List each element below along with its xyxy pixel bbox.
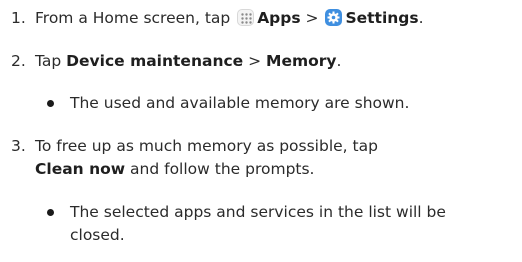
apps-label: Apps (257, 9, 301, 27)
step-text-line-2: Clean now and follow the prompts. (35, 160, 314, 178)
settings-label: Settings (345, 9, 419, 27)
bullet-dot (47, 209, 54, 216)
bullet-text: The used and available memory are shown. (70, 94, 410, 112)
step-number: 2. (11, 52, 26, 70)
step-text-suffix: . (418, 9, 424, 27)
step-text: Tap Device maintenance > Memory. (35, 52, 341, 70)
bullet-text-line-2: closed. (70, 226, 125, 244)
step-text: From a Home screen, tap Apps > Settings. (35, 9, 424, 27)
device-maintenance-label: Device maintenance (66, 52, 244, 70)
step-number: 3. (11, 137, 26, 155)
memory-label: Memory (266, 52, 337, 70)
step-text-suffix: . (336, 52, 342, 70)
apps-grid-icon (237, 9, 255, 26)
clean-now-label: Clean now (35, 160, 126, 178)
bullet-dot (47, 100, 54, 107)
step-text-prefix: From a Home screen, tap (35, 9, 236, 27)
separator: > (300, 9, 324, 27)
step-number: 1. (11, 9, 26, 27)
step-text-suffix: and follow the prompts. (125, 160, 315, 178)
separator: > (243, 52, 267, 70)
step-text-line-1: To free up as much memory as possible, t… (35, 137, 378, 155)
step-text-prefix: Tap (35, 52, 67, 70)
bullet-text-line-1: The selected apps and services in the li… (70, 203, 446, 221)
settings-gear-icon (325, 9, 343, 26)
